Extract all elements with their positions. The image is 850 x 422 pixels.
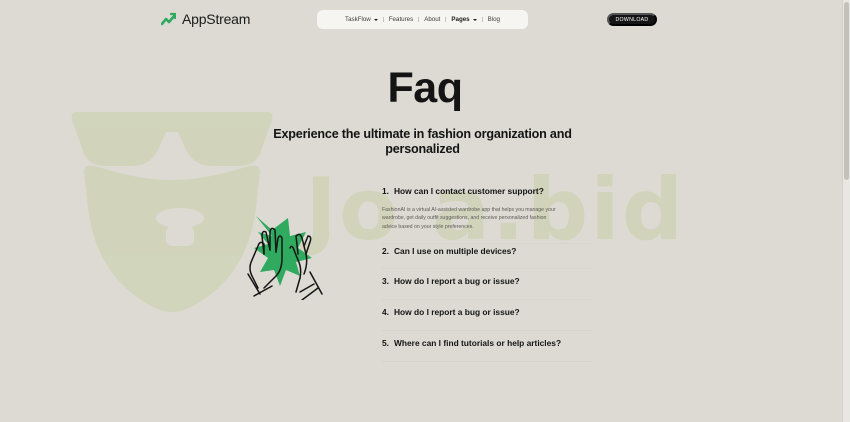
faq-question[interactable]: 2. Can I use on multiple devices? <box>382 246 516 256</box>
nav-item-label: TaskFlow <box>344 16 371 23</box>
faq-divider <box>382 243 592 244</box>
high-five-hands-icon <box>247 216 323 300</box>
faq-question-text: How do I report a bug or issue? <box>394 276 520 286</box>
faq-number: 5. <box>382 338 389 348</box>
chevron-down-icon <box>373 18 378 21</box>
nav-item-about[interactable]: About <box>419 16 445 23</box>
faq-divider <box>382 361 592 362</box>
faq-question-text: How do I report a bug or issue? <box>394 307 520 317</box>
faq-divider <box>382 299 592 300</box>
faq-number: 1. <box>382 186 389 196</box>
nav-item-label: Pages <box>451 16 470 23</box>
scrollbar[interactable] <box>842 0 850 422</box>
faq-list: 1. How can I contact customer support? F… <box>382 186 592 362</box>
scrollbar-thumb[interactable] <box>844 2 849 180</box>
faq-question-text: Where can I find tutorials or help artic… <box>394 338 562 348</box>
nav-item-blog[interactable]: Blog <box>483 16 505 23</box>
main-nav: TaskFlow Features About Pages Blog <box>317 10 528 29</box>
faq-divider <box>382 268 592 269</box>
nav-item-features[interactable]: Features <box>384 16 418 23</box>
brand-name: AppStream <box>182 11 251 27</box>
faq-question-text: How can I contact customer support? <box>394 186 544 196</box>
logo-mark-icon <box>161 12 176 26</box>
page-title: Faq <box>387 64 463 112</box>
page-subtitle: Experience the ultimate in fashion organ… <box>273 127 572 156</box>
faq-question-text: Can I use on multiple devices? <box>394 246 517 256</box>
nav-item-taskflow[interactable]: TaskFlow <box>340 16 383 23</box>
nav-item-label: Blog <box>487 16 500 23</box>
faq-number: 3. <box>382 276 389 286</box>
nav-item-label: About <box>424 16 441 23</box>
faq-question[interactable]: 5. Where can I find tutorials or help ar… <box>382 338 561 348</box>
faq-item-3[interactable]: 3. How do I report a bug or issue? <box>382 276 520 286</box>
faq-answer: FashionAI is a virtual AI-assisted wardr… <box>382 207 556 230</box>
faq-item-2[interactable]: 2. Can I use on multiple devices? <box>382 246 516 256</box>
brand-logo[interactable]: AppStream <box>161 11 250 27</box>
faq-divider <box>382 330 592 331</box>
download-button[interactable]: DOWNLOAD <box>607 13 657 26</box>
faq-question[interactable]: 3. How do I report a bug or issue? <box>382 276 520 286</box>
faq-question[interactable]: 4. How do I report a bug or issue? <box>382 307 520 317</box>
chevron-down-icon <box>472 18 477 21</box>
faq-item-5[interactable]: 5. Where can I find tutorials or help ar… <box>382 338 561 348</box>
faq-item-4[interactable]: 4. How do I report a bug or issue? <box>382 307 520 317</box>
faq-question[interactable]: 1. How can I contact customer support? <box>382 186 592 196</box>
nav-item-label: Features <box>388 16 414 23</box>
starburst-icon <box>254 216 312 286</box>
nav-item-pages[interactable]: Pages <box>446 16 481 23</box>
faq-number: 2. <box>382 246 389 256</box>
faq-number: 4. <box>382 307 389 317</box>
faq-item-1[interactable]: 1. How can I contact customer support? F… <box>382 186 592 236</box>
